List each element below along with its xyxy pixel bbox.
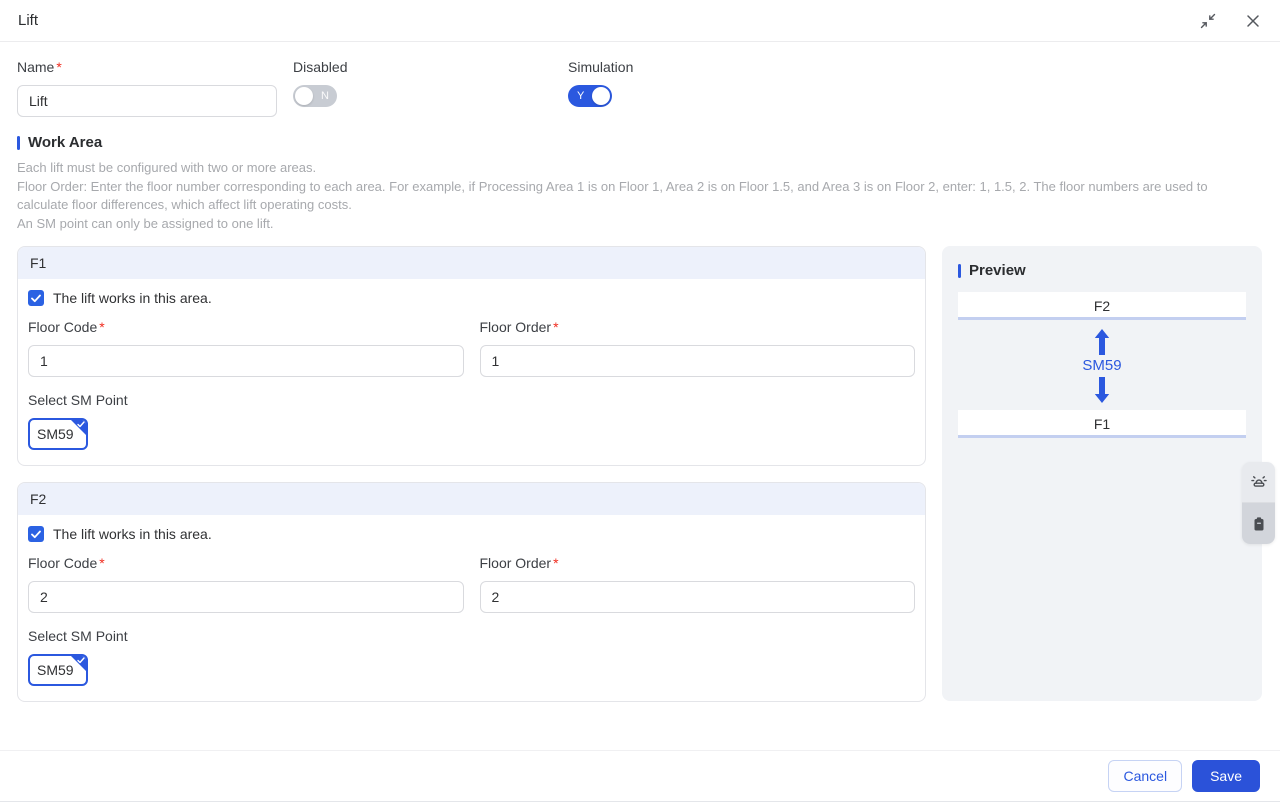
sm-point-tag[interactable]: SM59 <box>28 654 88 686</box>
area-cards-column: F1 The lift works in this area. Floor Co… <box>17 246 926 702</box>
close-icon <box>1246 14 1260 28</box>
preview-panel: Preview F2 SM59 F1 <box>942 246 1262 701</box>
lift-dialog: Lift Name* Disabled <box>0 0 1280 802</box>
save-button[interactable]: Save <box>1192 760 1260 792</box>
floor-order-input[interactable] <box>480 345 916 377</box>
clipboard-icon <box>1251 516 1267 532</box>
dialog-title: Lift <box>18 12 38 29</box>
section-accent-bar <box>958 264 961 278</box>
work-area-description: Each lift must be configured with two or… <box>17 159 1262 233</box>
toggle-knob <box>592 87 610 105</box>
works-checkbox-label: The lift works in this area. <box>53 290 212 306</box>
required-asterisk: * <box>56 59 61 75</box>
works-in-area-checkbox[interactable]: The lift works in this area. <box>28 290 915 306</box>
name-label: Name* <box>17 57 277 77</box>
required-asterisk: * <box>553 319 558 335</box>
dialog-actions <box>1198 11 1262 31</box>
toggle-knob <box>295 87 313 105</box>
name-field: Name* <box>17 57 277 117</box>
required-asterisk: * <box>99 555 104 571</box>
simulation-label: Simulation <box>568 57 633 77</box>
floor-fields-row: Floor Code* Floor Order* <box>28 553 915 613</box>
area-card-body: The lift works in this area. Floor Code*… <box>18 515 925 701</box>
close-button[interactable] <box>1244 12 1262 30</box>
floor-order-label: Floor Order* <box>480 553 916 573</box>
arrow-up-icon <box>1094 329 1110 355</box>
toggle-state-text: Y <box>577 85 584 107</box>
siren-icon <box>1250 473 1268 491</box>
arrow-down-icon <box>1094 377 1110 403</box>
floor-order-input[interactable] <box>480 581 916 613</box>
description-line: Floor Order: Enter the floor number corr… <box>17 178 1262 215</box>
required-asterisk: * <box>553 555 558 571</box>
floor-order-label: Floor Order* <box>480 317 916 337</box>
disabled-label: Disabled <box>293 57 568 77</box>
clipboard-button[interactable] <box>1242 503 1275 544</box>
works-in-area-checkbox[interactable]: The lift works in this area. <box>28 526 915 542</box>
description-line: An SM point can only be assigned to one … <box>17 215 1262 234</box>
preview-top-floor: F2 <box>958 292 1246 320</box>
floor-order-field: Floor Order* <box>480 317 916 377</box>
select-sm-point-label: Select SM Point <box>28 626 915 646</box>
dialog-footer: Cancel Save <box>0 750 1280 801</box>
floor-code-label: Floor Code* <box>28 317 464 337</box>
checkmark-icon <box>31 530 41 539</box>
checkmark-icon <box>31 294 41 303</box>
area-card-title: F2 <box>18 483 925 515</box>
floor-order-field: Floor Order* <box>480 553 916 613</box>
floor-code-field: Floor Code* <box>28 317 464 377</box>
floor-code-input[interactable] <box>28 345 464 377</box>
collapse-button[interactable] <box>1198 11 1218 31</box>
works-checkbox-label: The lift works in this area. <box>53 526 212 542</box>
required-asterisk: * <box>99 319 104 335</box>
section-accent-bar <box>17 136 20 150</box>
floor-code-field: Floor Code* <box>28 553 464 613</box>
simulation-toggle[interactable]: Y <box>568 85 612 107</box>
simulation-field: Simulation Y <box>568 57 633 117</box>
area-card: F2 The lift works in this area. Floor Co… <box>17 482 926 702</box>
preview-lift-track: SM59 <box>958 320 1246 410</box>
checkbox-checked <box>28 526 44 542</box>
name-input[interactable] <box>17 85 277 117</box>
floor-fields-row: Floor Code* Floor Order* <box>28 317 915 377</box>
floor-code-label: Floor Code* <box>28 553 464 573</box>
toggle-state-text: N <box>321 85 329 107</box>
preview-bottom-floor: F1 <box>958 410 1246 438</box>
sm-point-tag-label: SM59 <box>37 426 74 442</box>
collapse-icon <box>1200 13 1216 29</box>
checkbox-checked <box>28 290 44 306</box>
area-card-body: The lift works in this area. Floor Code*… <box>18 279 925 465</box>
sm-point-tag[interactable]: SM59 <box>28 418 88 450</box>
sm-point-tag-label: SM59 <box>37 662 74 678</box>
disabled-toggle[interactable]: N <box>293 85 337 107</box>
selected-check-icon <box>77 421 85 428</box>
preview-title: Preview <box>958 262 1246 279</box>
top-fields-row: Name* Disabled N Simulation Y <box>17 57 1262 117</box>
selected-check-icon <box>77 657 85 664</box>
select-sm-point-label: Select SM Point <box>28 390 915 410</box>
dialog-body: Name* Disabled N Simulation Y Work Are <box>0 42 1280 750</box>
preview-sm-label: SM59 <box>1082 356 1121 376</box>
area-card-title: F1 <box>18 247 925 279</box>
float-toolbar <box>1242 462 1275 544</box>
work-area-section-title: Work Area <box>17 134 1262 151</box>
work-area-content: F1 The lift works in this area. Floor Co… <box>17 246 1262 702</box>
floor-code-input[interactable] <box>28 581 464 613</box>
description-line: Each lift must be configured with two or… <box>17 159 1262 178</box>
alarm-button[interactable] <box>1242 462 1275 503</box>
dialog-header: Lift <box>0 0 1280 42</box>
area-card: F1 The lift works in this area. Floor Co… <box>17 246 926 466</box>
disabled-field: Disabled N <box>293 57 568 117</box>
cancel-button[interactable]: Cancel <box>1108 760 1182 792</box>
